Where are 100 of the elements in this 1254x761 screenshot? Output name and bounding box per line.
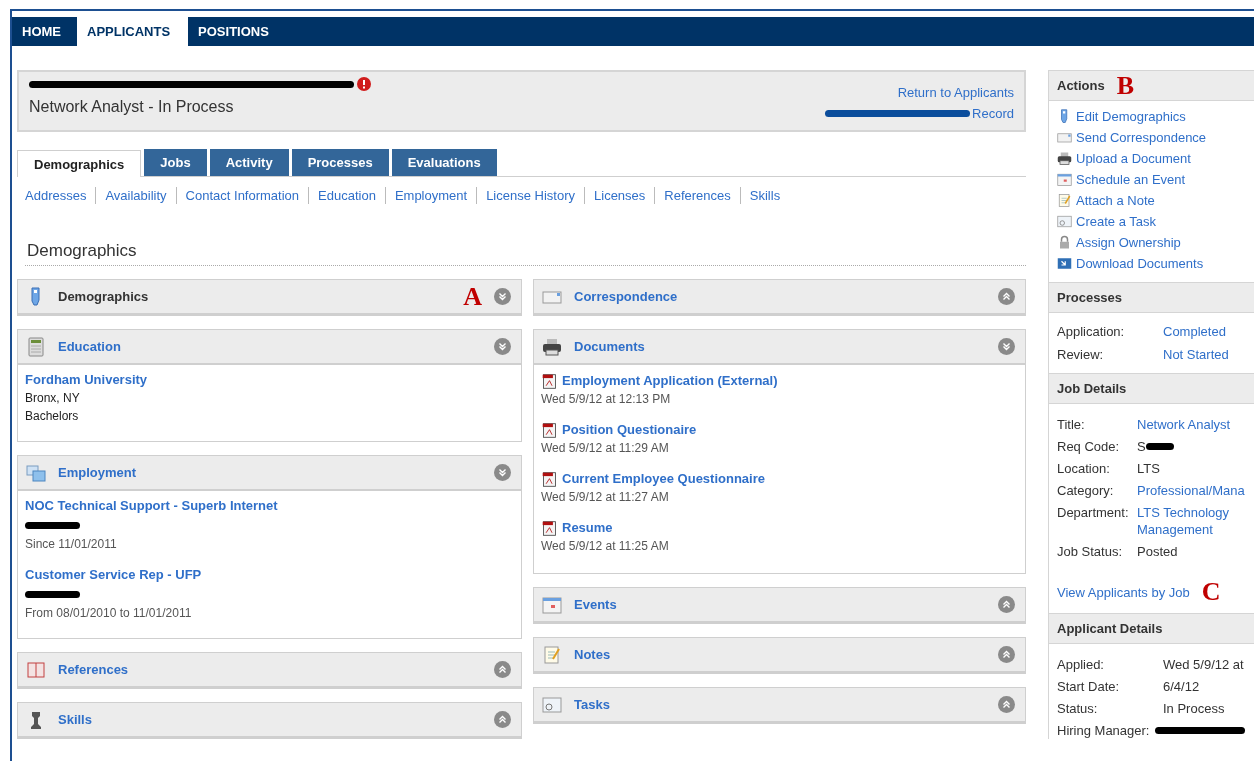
detail-label: Application: [1057, 323, 1126, 340]
detail-value[interactable]: LTS Technology Management [1137, 504, 1254, 538]
section-heading: Processes [1057, 289, 1123, 306]
detail-label: Applied: [1057, 656, 1105, 673]
entry-link[interactable]: Fordham University [25, 371, 514, 389]
document-date: Wed 5/9/12 at 11:27 AM [541, 489, 670, 506]
notepad-icon [542, 644, 562, 665]
entry-text: From 08/01/2010 to 11/01/2011 [25, 605, 193, 622]
detail-value: In Process [1163, 700, 1225, 717]
annotation-letter: C [1201, 579, 1221, 605]
detail-label: Review: [1057, 346, 1105, 363]
section-title: Demographics [26, 242, 138, 259]
entry-text: Since 11/01/2011 [25, 536, 118, 553]
subnav-link[interactable]: Contact Information [185, 187, 300, 204]
expand-toggle-icon[interactable] [998, 338, 1015, 355]
document-date: Wed 5/9/12 at 12:13 PM [541, 391, 672, 408]
detail-label: Status: [1057, 700, 1099, 717]
panel-title[interactable]: Education [58, 338, 121, 355]
collapse-toggle-icon[interactable] [998, 696, 1015, 713]
detail-value: S [1137, 438, 1146, 455]
action-link[interactable]: Send Correspondence [1076, 129, 1207, 146]
document-link[interactable]: Resume [562, 519, 613, 537]
tab[interactable]: Evaluations [391, 149, 497, 176]
detail-label: Title: [1057, 416, 1086, 433]
subnav-link[interactable]: Licenses [594, 187, 646, 204]
printer-icon [542, 336, 562, 357]
annotation-letter: A [463, 283, 482, 310]
nav-tab[interactable]: APPLICANTS [77, 17, 189, 46]
document-date: Wed 5/9/12 at 11:25 AM [541, 538, 670, 555]
panel-title[interactable]: Demographics [58, 288, 149, 305]
nav-tab[interactable]: POSITIONS [188, 17, 285, 46]
subnav-link[interactable]: Education [318, 187, 376, 204]
subnav-link[interactable]: Skills [749, 187, 781, 204]
document-link[interactable]: Current Employee Questionnaire [562, 470, 765, 488]
subnav-link[interactable]: Availability [105, 187, 167, 204]
header-link[interactable]: Record [972, 105, 1014, 122]
collapse-toggle-icon[interactable] [998, 646, 1015, 663]
panel-title[interactable]: References [58, 661, 129, 678]
document-link[interactable]: Employment Application (External) [562, 372, 778, 390]
pdf-file-icon [541, 470, 558, 488]
entry-text: Bachelors [25, 408, 80, 425]
printer-icon [1057, 151, 1072, 166]
tab[interactable]: Activity [209, 149, 289, 176]
collapse-toggle-icon[interactable] [494, 661, 511, 678]
tab[interactable]: Processes [291, 149, 389, 176]
tab[interactable]: Demographics [17, 150, 142, 177]
detail-label: Department: [1057, 504, 1130, 522]
panel-title[interactable]: Tasks [574, 696, 610, 713]
subnav-link[interactable]: License History [486, 187, 575, 204]
panel-title[interactable]: Skills [58, 711, 92, 728]
collapse-toggle-icon[interactable] [494, 711, 511, 728]
expand-toggle-icon[interactable] [494, 464, 511, 481]
book-icon [26, 659, 46, 680]
nav-tab[interactable]: HOME [12, 17, 77, 46]
tab[interactable]: Jobs [144, 149, 207, 176]
pdf-file-icon [541, 421, 558, 439]
section-heading: Applicant Details [1057, 620, 1163, 637]
action-link[interactable]: Attach a Note [1076, 192, 1155, 209]
detail-value[interactable]: Not Started [1163, 346, 1229, 363]
panel-title[interactable]: Notes [574, 646, 611, 663]
document-date: Wed 5/9/12 at 11:29 AM [541, 440, 670, 457]
subnav-link[interactable]: Employment [394, 187, 468, 204]
calculator-icon [26, 336, 46, 357]
action-link[interactable]: Create a Task [1076, 213, 1156, 230]
detail-label: Req Code: [1057, 438, 1121, 455]
entry-link[interactable]: NOC Technical Support - Superb Internet [25, 497, 514, 515]
pdf-file-icon [541, 372, 558, 390]
panel-title[interactable]: Correspondence [574, 288, 678, 305]
detail-value: 6/4/12 [1163, 678, 1200, 695]
collapse-toggle-icon[interactable] [998, 288, 1015, 305]
subnav-link[interactable]: Addresses [25, 187, 87, 204]
document-link[interactable]: Position Questionaire [562, 421, 697, 439]
calendar-icon [542, 594, 562, 615]
expand-toggle-icon[interactable] [494, 338, 511, 355]
detail-value[interactable]: Network Analyst [1137, 416, 1231, 433]
section-heading: Job Details [1057, 380, 1127, 397]
collapse-toggle-icon[interactable] [998, 596, 1015, 613]
detail-value: Wed 5/9/12 at [1163, 656, 1244, 673]
detail-label: Hiring Manager: [1057, 722, 1151, 739]
notepad-icon [1057, 193, 1072, 208]
redaction-bar [1145, 443, 1174, 450]
envelope-icon [1057, 130, 1072, 145]
lock-icon [1057, 235, 1072, 250]
panel-title[interactable]: Events [574, 596, 617, 613]
view-applicants-link[interactable]: View Applicants by Job [1057, 583, 1190, 601]
action-link[interactable]: Edit Demographics [1076, 108, 1186, 125]
expand-toggle-icon[interactable] [494, 288, 511, 305]
action-link[interactable]: Assign Ownership [1076, 234, 1181, 251]
action-link[interactable]: Download Documents [1076, 255, 1204, 272]
action-link[interactable]: Schedule an Event [1076, 171, 1186, 188]
download-icon [1057, 256, 1072, 271]
action-link[interactable]: Upload a Document [1076, 150, 1191, 167]
header-link[interactable]: Return to Applicants [897, 84, 1014, 101]
subnav-link[interactable]: References [664, 187, 731, 204]
detail-value[interactable]: Professional/Mana [1137, 482, 1245, 499]
panel-title[interactable]: Documents [574, 338, 645, 355]
entry-link[interactable]: Customer Service Rep - UFP [25, 566, 514, 584]
panel-title[interactable]: Employment [58, 464, 136, 481]
detail-value[interactable]: Completed [1163, 323, 1226, 340]
detail-label: Location: [1057, 460, 1111, 477]
